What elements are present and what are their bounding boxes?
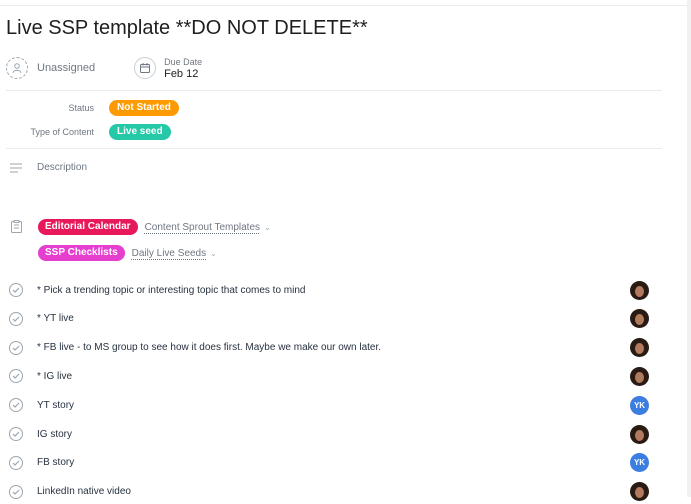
subtask-name[interactable]: * FB live - to MS group to see how it do… [37, 342, 630, 353]
check-icon [12, 460, 20, 466]
subtask-name[interactable]: LinkedIn native video [37, 486, 630, 497]
field-status: Status Not Started [6, 99, 179, 117]
project-section-select[interactable]: Daily Live Seeds [132, 248, 206, 259]
divider [6, 148, 662, 149]
person-icon[interactable] [6, 57, 28, 79]
subtask-name[interactable]: * IG live [37, 371, 630, 382]
task-title[interactable]: Live SSP template **DO NOT DELETE** [6, 17, 368, 40]
project-row: Editorial Calendar Content Sprout Templa… [38, 219, 271, 235]
assignee-label[interactable]: Unassigned [37, 62, 95, 74]
description-field[interactable]: Description [10, 162, 87, 173]
complete-checkbox[interactable] [9, 311, 23, 326]
project-pill[interactable]: Editorial Calendar [38, 219, 138, 235]
subtask-row[interactable]: FB story YK [9, 451, 649, 475]
avatar[interactable]: YK [630, 453, 649, 473]
complete-checkbox[interactable] [9, 484, 23, 499]
subtask-row[interactable]: YT story YK [9, 393, 649, 417]
avatar[interactable] [630, 366, 649, 386]
project-row: SSP Checklists Daily Live Seeds ⌄ [38, 245, 217, 261]
due-date-value: Feb 12 [164, 68, 199, 80]
project-pill[interactable]: SSP Checklists [38, 245, 125, 261]
complete-checkbox[interactable] [9, 427, 23, 441]
due-date-label: Due Date [164, 57, 203, 67]
check-icon [12, 287, 20, 293]
subtask-row[interactable]: * FB live - to MS group to see how it do… [9, 336, 649, 360]
description-icon [10, 163, 22, 172]
subtask-row[interactable]: * YT live [9, 307, 649, 331]
subtask-row[interactable]: * IG live [9, 364, 649, 388]
check-icon [12, 402, 20, 409]
top-divider [0, 0, 691, 6]
field-label: Status [68, 103, 94, 113]
field-type-of-content: Type of Content Live seed [6, 123, 171, 141]
check-icon [12, 373, 20, 380]
subtask-name[interactable]: FB story [37, 457, 630, 468]
task-meta-row: Unassigned Due Date Feb 12 [6, 54, 202, 82]
subtask-name[interactable]: * Pick a trending topic or interesting t… [37, 285, 630, 296]
complete-checkbox[interactable] [9, 398, 23, 413]
check-icon [12, 316, 20, 322]
subtask-row[interactable]: LinkedIn native video [9, 480, 649, 504]
project-section-select[interactable]: Content Sprout Templates [145, 222, 260, 233]
divider [6, 90, 662, 91]
subtask-name[interactable]: IG story [37, 429, 630, 440]
complete-checkbox[interactable] [9, 455, 23, 470]
status-pill[interactable]: Not Started [109, 100, 179, 116]
calendar-icon[interactable] [134, 57, 157, 79]
subtask-name[interactable]: * YT live [37, 313, 630, 324]
check-icon [12, 345, 20, 351]
description-placeholder[interactable]: Description [37, 162, 87, 173]
avatar[interactable] [630, 280, 649, 300]
complete-checkbox[interactable] [9, 283, 23, 297]
avatar[interactable] [630, 338, 649, 358]
chevron-down-icon[interactable]: ⌄ [210, 249, 217, 258]
due-date-field[interactable]: Due Date Feb 12 [134, 56, 202, 80]
avatar[interactable]: YK [630, 395, 649, 415]
avatar[interactable] [630, 482, 649, 502]
subtask-name[interactable]: YT story [37, 400, 630, 411]
chevron-down-icon[interactable]: ⌄ [264, 223, 271, 232]
check-icon [12, 489, 20, 495]
subtask-row[interactable]: * Pick a trending topic or interesting t… [9, 278, 649, 302]
complete-checkbox[interactable] [9, 369, 23, 384]
check-icon [12, 431, 20, 437]
subtask-row[interactable]: IG story [9, 422, 649, 446]
projects-icon [11, 220, 22, 233]
content-type-pill[interactable]: Live seed [109, 124, 171, 140]
field-label: Type of Content [30, 127, 94, 137]
scrollbar[interactable] [687, 0, 691, 497]
avatar[interactable] [630, 424, 649, 444]
complete-checkbox[interactable] [9, 340, 23, 355]
avatar[interactable] [630, 309, 649, 329]
